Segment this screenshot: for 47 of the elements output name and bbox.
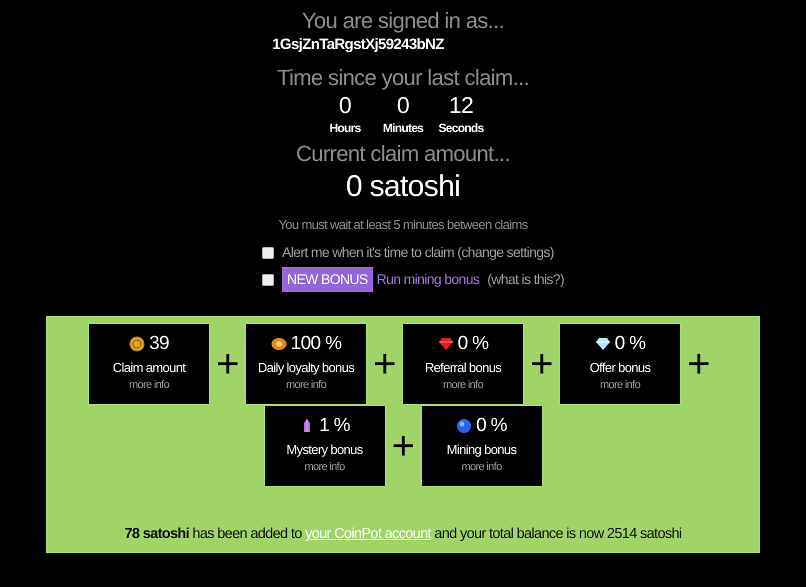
wait-note: You must wait at least 5 minutes between claims xyxy=(278,216,528,234)
heading: Current claim amount... xyxy=(296,140,510,166)
bonus-label: Daily loyalty bonus xyxy=(256,359,356,377)
bonus-label: Referral bonus xyxy=(424,359,502,377)
timer-value: 0 xyxy=(338,90,352,118)
timer-value: 12 xyxy=(448,90,474,118)
sun-icon xyxy=(270,336,287,352)
diamond-icon xyxy=(594,336,611,352)
bonus-value: 0 % xyxy=(476,414,507,438)
heading: Time since your last claim... xyxy=(276,64,530,90)
checkbox[interactable] xyxy=(262,246,274,258)
coin-icon xyxy=(129,336,146,352)
more-info-link[interactable]: more info xyxy=(422,459,542,476)
balance-message: 78 satoshi has been added to your CoinPot account and your total balance is now 2514 satoshi xyxy=(123,525,682,544)
bonus-value: 39 xyxy=(149,332,169,356)
timer-value: 0 xyxy=(396,90,410,118)
bonus-value: 100 % xyxy=(290,332,342,356)
option-label: (what is this?) xyxy=(487,270,564,289)
more-info-link[interactable]: more info xyxy=(89,377,209,394)
claim-amount: 0 satoshi xyxy=(346,168,460,204)
checkbox[interactable] xyxy=(262,274,274,286)
plus-sign: + xyxy=(215,344,240,384)
bonus-label: Offer bonus xyxy=(588,359,652,377)
plus-sign: + xyxy=(529,344,554,384)
bonus-label: Mining bonus xyxy=(446,441,518,459)
mining-bonus-link[interactable]: Run mining bonus xyxy=(376,269,480,290)
heading: You are signed in as... xyxy=(302,8,504,34)
more-info-link[interactable]: more info xyxy=(246,377,366,394)
option-label: Alert me when it's time to claim (change settings) xyxy=(282,243,554,262)
bonus-value: 0 % xyxy=(614,332,646,356)
more-info-link[interactable]: more info xyxy=(264,459,384,476)
bonus-label: Mystery bonus xyxy=(285,441,364,459)
plus-sign: + xyxy=(686,344,711,384)
new-badge: NEW BONUS xyxy=(282,267,373,292)
orb-icon xyxy=(456,418,472,434)
wallet-address: 1GsjZnTaRgstXj59243bNZ xyxy=(272,35,444,55)
bonus-label: Claim amount xyxy=(112,359,187,377)
ruby-icon xyxy=(438,336,454,352)
plus-sign: + xyxy=(372,344,397,384)
plus-sign: + xyxy=(390,426,416,466)
timer-unit: Minutes xyxy=(382,120,424,136)
more-info-link[interactable]: more info xyxy=(560,377,680,394)
timer-unit: Hours xyxy=(328,120,362,136)
bonus-value: 0 % xyxy=(458,332,488,356)
timer-unit: Seconds xyxy=(438,120,485,136)
bonus-value: 1 % xyxy=(319,414,350,438)
more-info-link[interactable]: more info xyxy=(403,377,523,394)
